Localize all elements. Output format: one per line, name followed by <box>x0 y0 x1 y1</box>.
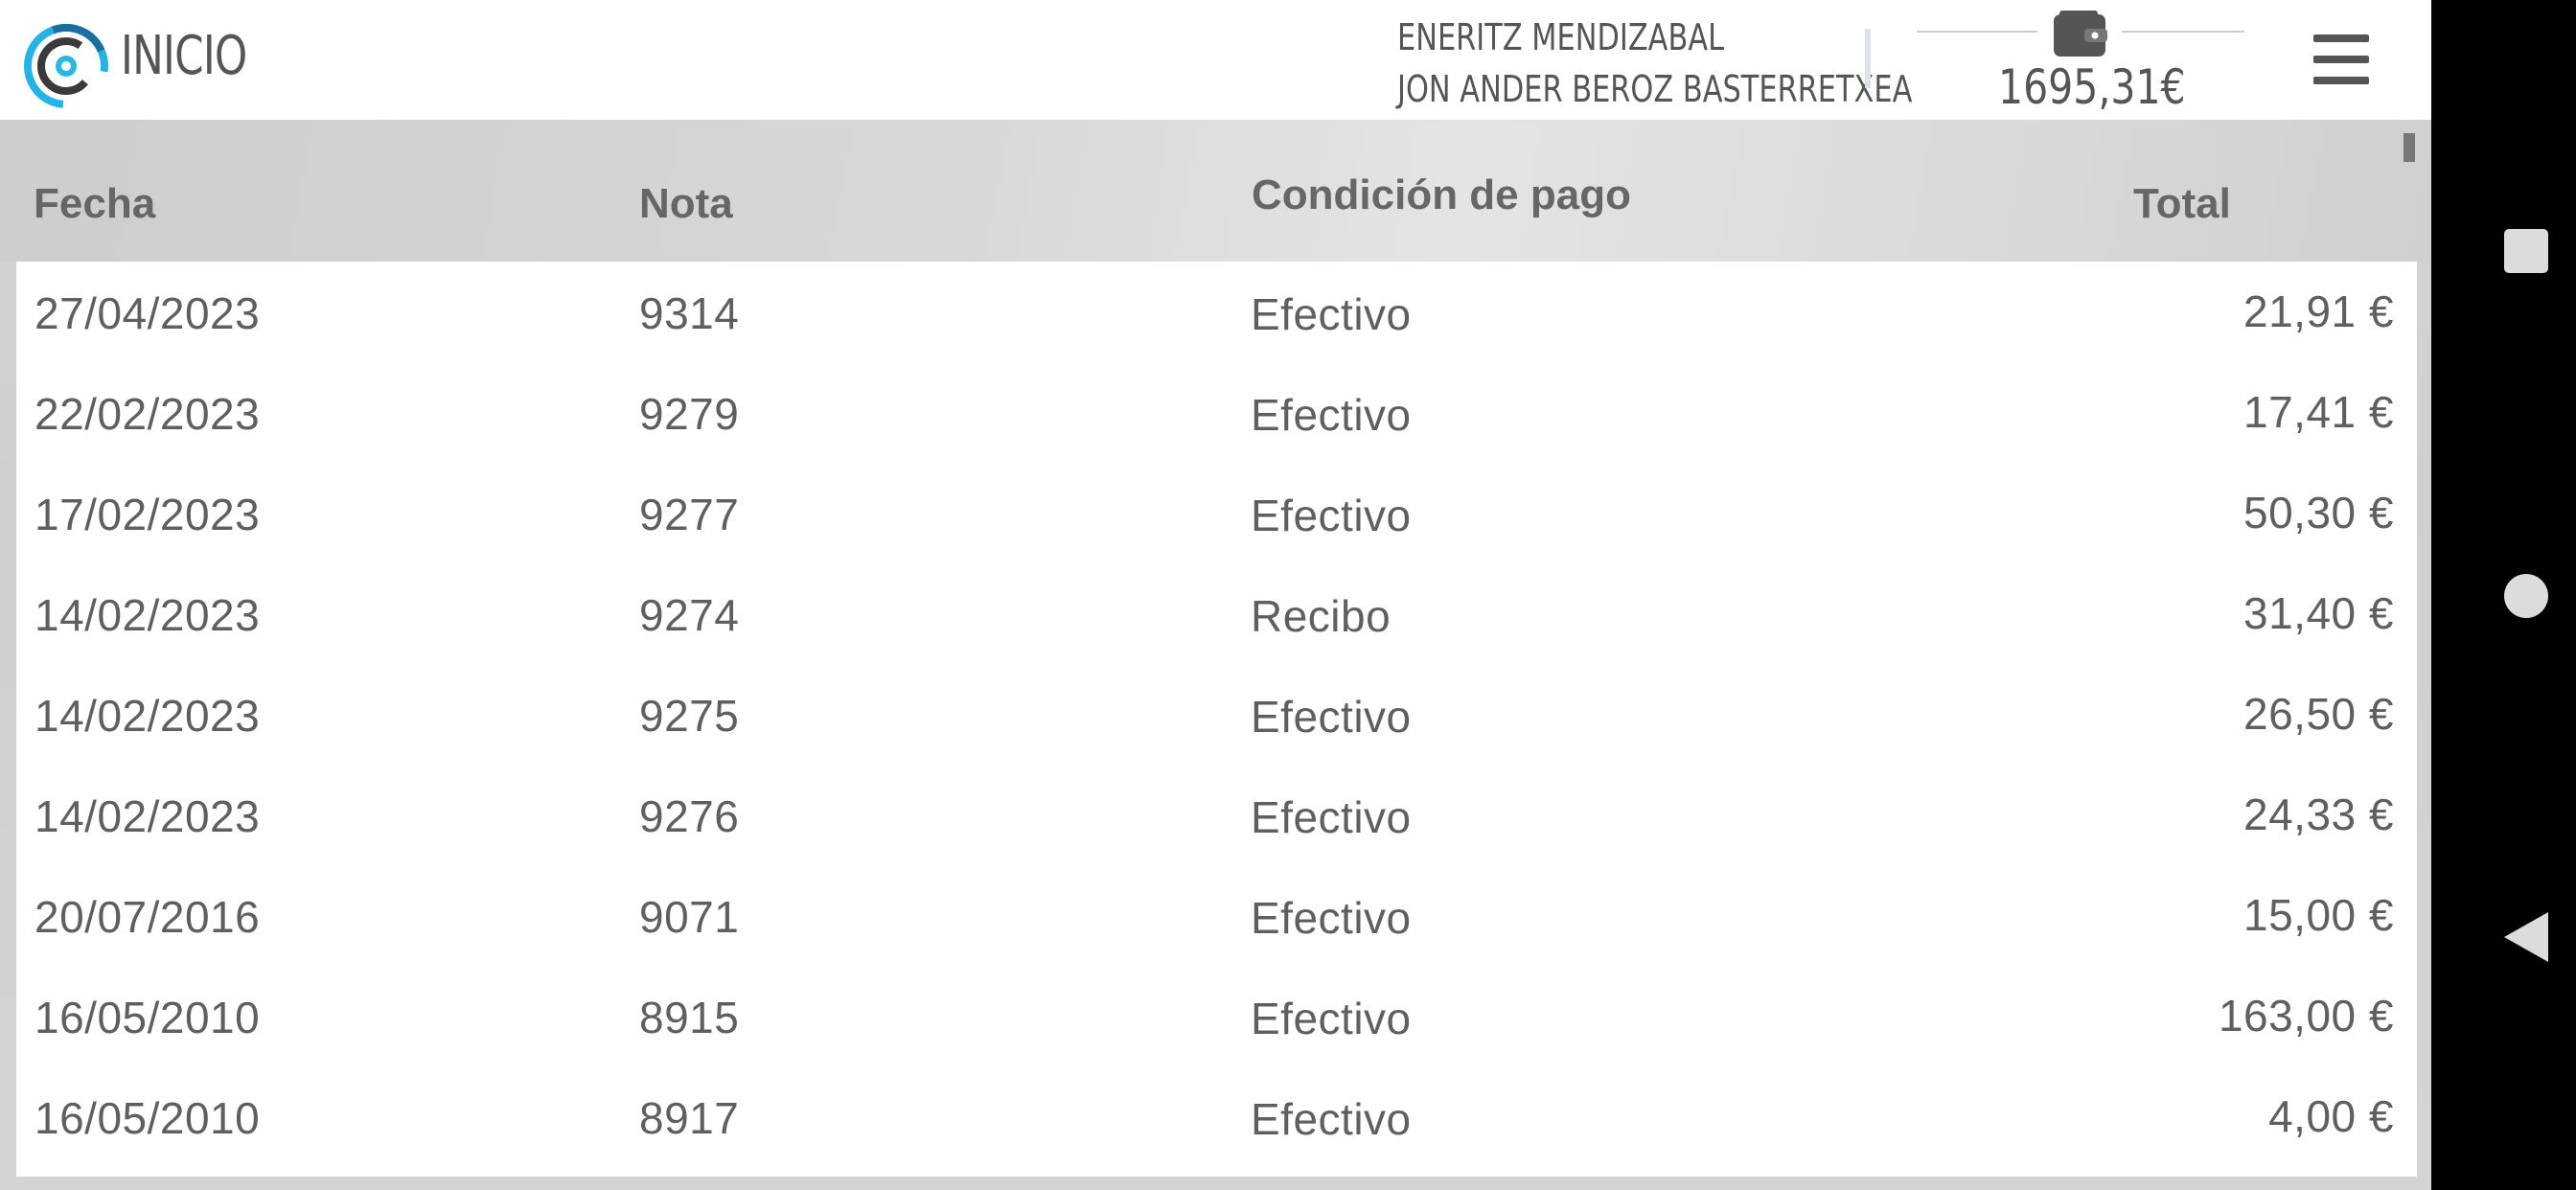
cell-nota: 9274 <box>639 590 740 640</box>
cell-nota: 9276 <box>639 791 740 841</box>
column-header-fecha[interactable]: Fecha <box>34 180 155 228</box>
table-row[interactable]: 14/02/2023 9275 Efectivo 26,50 € <box>16 664 2417 765</box>
cell-condicion: Efectivo <box>1251 792 1412 842</box>
wallet-line-right <box>2122 31 2244 33</box>
cell-total: 17,41 € <box>2243 387 2394 437</box>
column-header-nota[interactable]: Nota <box>639 180 733 228</box>
cell-condicion: Recibo <box>1251 591 1392 641</box>
cell-total: 4,00 € <box>2268 1091 2394 1141</box>
top-bar: INICIO ENERITZ MENDIZABAL JON ANDER BERO… <box>0 0 2431 120</box>
cell-nota: 8915 <box>639 993 740 1042</box>
user-name-2: JON ANDER BEROZ BASTERRETXEA <box>1397 68 1913 110</box>
cell-fecha: 14/02/2023 <box>34 691 261 741</box>
cell-condicion: Efectivo <box>1251 491 1412 540</box>
cell-condicion: Efectivo <box>1251 289 1412 339</box>
cell-fecha: 27/04/2023 <box>34 288 261 338</box>
table-row[interactable]: 17/02/2023 9277 Efectivo 50,30 € <box>16 463 2417 563</box>
column-header-condicion[interactable]: Condición de pago <box>1252 172 1631 219</box>
cell-fecha: 14/02/2023 <box>34 791 261 841</box>
cell-nota: 9277 <box>639 490 740 539</box>
cell-condicion: Efectivo <box>1251 1094 1412 1144</box>
header-divider <box>1865 29 1871 88</box>
cell-nota: 8917 <box>639 1093 740 1143</box>
cell-condicion: Efectivo <box>1251 893 1412 943</box>
cell-nota: 9314 <box>639 288 740 338</box>
cell-fecha: 16/05/2010 <box>34 1093 261 1143</box>
notes-table: 27/04/2023 9314 Efectivo 21,91 € 22/02/2… <box>16 262 2417 1177</box>
table-row[interactable]: 22/02/2023 9279 Efectivo 17,41 € <box>16 362 2417 463</box>
back-triangle-icon[interactable] <box>2502 910 2550 964</box>
cell-fecha: 17/02/2023 <box>34 490 261 539</box>
user-name-1: ENERITZ MENDIZABAL <box>1397 16 1725 58</box>
cell-condicion: Efectivo <box>1251 994 1412 1043</box>
wallet-balance: 1695,31€ <box>1998 59 2186 115</box>
table-row[interactable]: 27/04/2023 9314 Efectivo 21,91 € <box>16 262 2417 362</box>
app-window: INICIO ENERITZ MENDIZABAL JON ANDER BERO… <box>0 0 2431 1190</box>
table-row[interactable]: 14/02/2023 9276 Efectivo 24,33 € <box>16 765 2417 865</box>
cell-total: 24,33 € <box>2243 790 2394 839</box>
cell-fecha: 16/05/2010 <box>34 993 261 1042</box>
home-circle-icon[interactable] <box>2502 572 2550 620</box>
cell-total: 163,00 € <box>2218 991 2394 1041</box>
hamburger-menu-icon[interactable] <box>2313 33 2373 86</box>
system-navigation-bar <box>2431 0 2576 1190</box>
table-row[interactable]: 14/02/2023 9274 Recibo 31,40 € <box>16 563 2417 664</box>
table-row[interactable]: 16/05/2010 8915 Efectivo 163,00 € <box>16 966 2417 1066</box>
cell-fecha: 20/07/2016 <box>34 892 261 942</box>
app-logo-icon[interactable] <box>23 23 109 109</box>
wallet-icon[interactable] <box>2052 11 2107 58</box>
table-header: Fecha Nota Condición de pago Total <box>0 120 2431 262</box>
cell-nota: 9275 <box>639 691 740 741</box>
recents-square-icon[interactable] <box>2502 227 2550 275</box>
wallet-line-left <box>1917 31 2037 33</box>
cell-condicion: Efectivo <box>1251 390 1412 440</box>
cell-nota: 9071 <box>639 892 740 942</box>
table-row[interactable]: 20/07/2016 9071 Efectivo 15,00 € <box>16 865 2417 966</box>
scrollbar-thumb[interactable] <box>2404 133 2415 162</box>
user-names[interactable]: ENERITZ MENDIZABAL JON ANDER BEROZ BASTE… <box>1397 11 1912 115</box>
cell-fecha: 14/02/2023 <box>34 590 261 640</box>
cell-condicion: Efectivo <box>1251 692 1412 742</box>
cell-nota: 9279 <box>639 389 740 439</box>
cell-total: 31,40 € <box>2243 588 2394 638</box>
column-header-total[interactable]: Total <box>2133 180 2231 228</box>
cell-fecha: 22/02/2023 <box>34 389 261 439</box>
cell-total: 21,91 € <box>2243 286 2394 336</box>
table-row[interactable]: 16/05/2010 8917 Efectivo 4,00 € <box>16 1066 2417 1167</box>
cell-total: 15,00 € <box>2243 890 2394 940</box>
cell-total: 26,50 € <box>2243 689 2394 739</box>
home-link[interactable]: INICIO <box>121 25 247 87</box>
cell-total: 50,30 € <box>2243 488 2394 538</box>
